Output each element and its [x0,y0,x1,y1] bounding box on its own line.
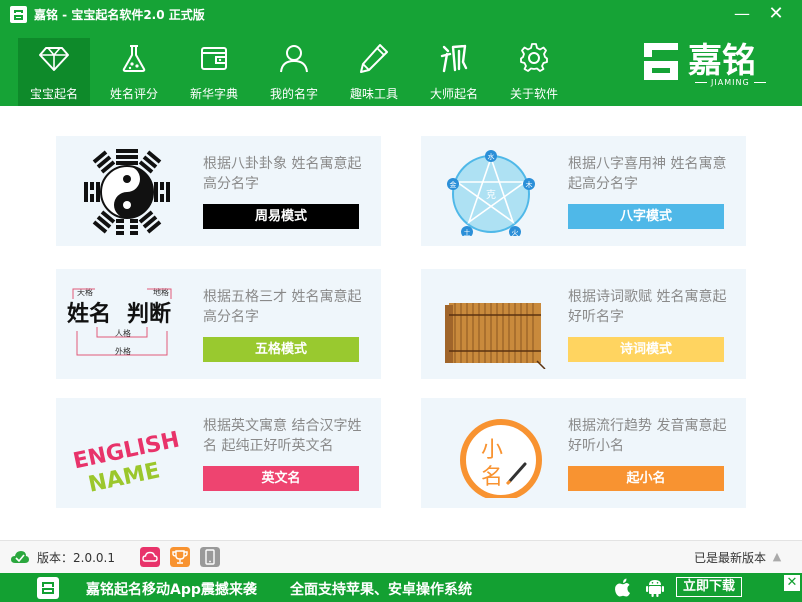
card-description: 根据诗词歌赋 姓名寓意起好听名字 [568,289,727,325]
poetry-mode-button[interactable]: 诗词模式 [568,337,724,362]
bagua-yinyang-icon [84,149,170,235]
update-status-label: 已是最新版本 [694,551,767,565]
card-bazi[interactable]: 水 木 火 土 金 克 根据八字喜用神 姓名寓意起高分名字 八字模式 [421,136,746,246]
header-bar: 嘉铭 - 宝宝起名软件2.0 正式版 — ✕ 宝宝起名 姓名评分 新华字典 我的… [0,0,802,106]
nav-label: 我的名字 [269,87,318,101]
minimize-button[interactable]: — [728,2,756,26]
card-english-name[interactable]: ENGLISH NAME 根据英文寓意 结合汉字姓名 起纯正好听英文名 英文名 [56,398,381,508]
element-water-label: 水 [488,152,495,161]
card-nickname[interactable]: 小 名 根据流行趋势 发音寓意起好听小名 起小名 [421,398,746,508]
apple-icon [615,578,630,597]
cloud-check-icon [11,551,29,563]
card-zhouyi[interactable]: 根据八卦卦象 姓名寓意起高分名字 周易模式 [56,136,381,246]
trophy-icon[interactable] [170,547,190,567]
card-description: 根据英文寓意 结合汉字姓名 起纯正好听英文名 [203,418,362,454]
download-now-button[interactable]: 立即下载 [676,577,742,597]
nav-item-fun-tools[interactable]: 趣味工具 [338,38,410,106]
close-button[interactable]: ✕ [762,2,790,26]
wallet-book-icon [201,47,227,70]
card-wuge[interactable]: 天格 地格 姓名 判断 人格 外格 根据五格三才 姓名寓意起高分名字 五格模式 [56,269,381,379]
brand-logo: 嘉铭 JIAMING [641,40,771,90]
element-metal-label: 金 [450,180,457,189]
app-logo-icon [10,6,27,23]
nickname-xiao-char: 小 [481,438,503,463]
card-description: 根据流行趋势 发音寓意起好听小名 [568,418,727,454]
master-calligraphy-icon [440,44,468,73]
nav-item-baby-naming[interactable]: 宝宝起名 [18,38,90,106]
up-arrow-icon: ▲ [772,550,782,563]
brand-subtitle: JIAMING [691,78,770,87]
five-elements-star-icon: 水 木 火 土 金 克 [447,150,535,236]
card-description: 根据八字喜用神 姓名寓意起高分名字 [568,156,727,192]
pencil-icon [360,44,388,73]
brand-name: 嘉铭 [688,41,756,81]
mobile-device-icon[interactable] [200,547,220,567]
version-label: 版本：2.0.0.1 [37,551,115,565]
promo-subline: 全面支持苹果、安卓操作系统 [290,582,472,598]
promo-headline: 嘉铭起名移动App震撼来袭 [86,582,257,598]
nav-label: 趣味工具 [349,87,398,101]
bazi-mode-button[interactable]: 八字模式 [568,204,724,229]
nav-item-name-score[interactable]: 姓名评分 [98,38,170,106]
nav-label: 新华字典 [189,87,238,101]
english-name-icon: ENGLISH NAME [71,427,182,497]
zhouyi-mode-button[interactable]: 周易模式 [203,204,359,229]
ren-ge-label: 人格 [115,328,131,338]
promo-banner: 嘉铭起名移动App震撼来袭 全面支持苹果、安卓操作系统 立即下载 ✕ [0,573,802,602]
card-description: 根据八卦卦象 姓名寓意起高分名字 [203,156,362,192]
diamond-icon [39,47,69,71]
element-center-label: 克 [486,189,496,201]
nav-item-about[interactable]: 关于软件 [498,38,570,106]
nav-item-dictionary[interactable]: 新华字典 [178,38,250,106]
wuge-mode-button[interactable]: 五格模式 [203,337,359,362]
gear-icon [520,43,548,72]
wai-ge-label: 外格 [115,346,131,356]
brand-mark-icon [644,43,678,80]
app-logo-icon [37,577,59,599]
nav-item-master-naming[interactable]: 大师起名 [418,38,490,106]
nickname-ming-char: 名 [481,465,503,490]
title-row: 嘉铭 - 宝宝起名软件2.0 正式版 — ✕ [0,0,802,30]
nav-label: 姓名评分 [109,87,158,101]
nickname-button[interactable]: 起小名 [568,466,724,491]
flask-icon [122,45,146,72]
card-poetry[interactable]: 根据诗词歌赋 姓名寓意起好听名字 诗词模式 [421,269,746,379]
card-description: 根据五格三才 姓名寓意起高分名字 [203,289,362,325]
wuge-calligraphy-icon: 天格 地格 姓名 判断 人格 外格 [67,287,172,356]
calligraphy-panduan: 判断 [127,301,171,327]
android-icon [646,580,664,597]
element-earth-label: 土 [464,228,471,236]
nav-item-my-name[interactable]: 我的名字 [258,38,330,106]
calligraphy-xingming: 姓名 [67,301,111,327]
cloud-sync-icon[interactable] [140,547,160,567]
nickname-circle-icon: 小 名 [460,419,542,498]
status-bar: 版本：2.0.0.1 已是最新版本 ▲ [0,540,802,573]
nav-label: 大师起名 [429,87,478,101]
element-fire-label: 火 [512,229,519,236]
user-icon [280,45,308,73]
window-title: 嘉铭 - 宝宝起名软件2.0 正式版 [34,8,205,22]
promo-close-button[interactable]: ✕ [784,575,800,591]
bamboo-scroll-icon [445,303,546,369]
element-wood-label: 木 [526,180,533,189]
nav-label: 宝宝起名 [29,87,78,101]
english-name-button[interactable]: 英文名 [203,466,359,491]
nav-label: 关于软件 [509,87,558,101]
